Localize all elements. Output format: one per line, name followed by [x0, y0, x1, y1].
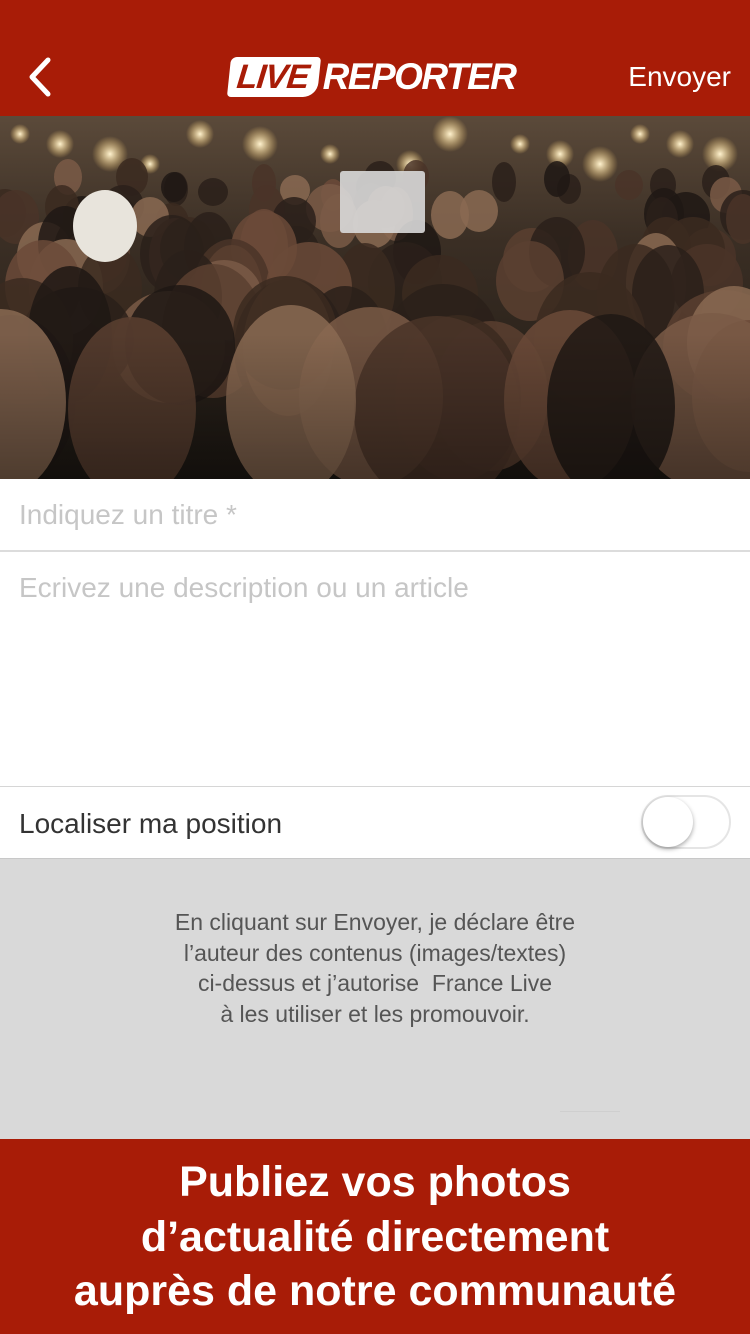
logo-live: LIVE: [226, 57, 321, 97]
crowd-photo: [0, 116, 750, 479]
promo-line: d’actualité directement: [140, 1212, 610, 1261]
legal-line: l’auteur des contenus (images/textes): [183, 939, 567, 966]
promo-line: auprès de notre communauté: [73, 1267, 677, 1315]
description-input[interactable]: [0, 552, 750, 786]
location-toggle[interactable]: [641, 795, 731, 849]
toggle-knob: [643, 797, 693, 847]
location-row: Localiser ma position: [0, 787, 750, 858]
logo-reporter: REPORTER: [322, 56, 517, 97]
legal-line: ci-dessus et j’autorise France Live: [197, 970, 553, 996]
divider: [560, 1111, 620, 1112]
navigation-bar: LIVE REPORTER Envoyer: [0, 0, 750, 116]
promo-line: Publiez vos photos: [179, 1158, 571, 1206]
title-input[interactable]: [0, 479, 750, 551]
legal-line: à les utiliser et les promouvoir.: [220, 1000, 530, 1027]
location-label: Localiser ma position: [19, 808, 283, 839]
back-button[interactable]: [22, 52, 66, 102]
promo-text: Publiez vos photos d’actualité directeme…: [0, 1155, 750, 1319]
chevron-left-icon: [29, 57, 51, 97]
legal-notice: En cliquant sur Envoyer, je déclare être…: [0, 859, 750, 1139]
app-logo: LIVE REPORTER: [226, 54, 517, 100]
legal-text: En cliquant sur Envoyer, je déclare être…: [0, 907, 750, 1029]
legal-line: En cliquant sur Envoyer, je déclare être: [174, 909, 576, 935]
promo-banner: Publiez vos photos d’actualité directeme…: [0, 1139, 750, 1334]
send-button[interactable]: Envoyer: [628, 60, 731, 94]
